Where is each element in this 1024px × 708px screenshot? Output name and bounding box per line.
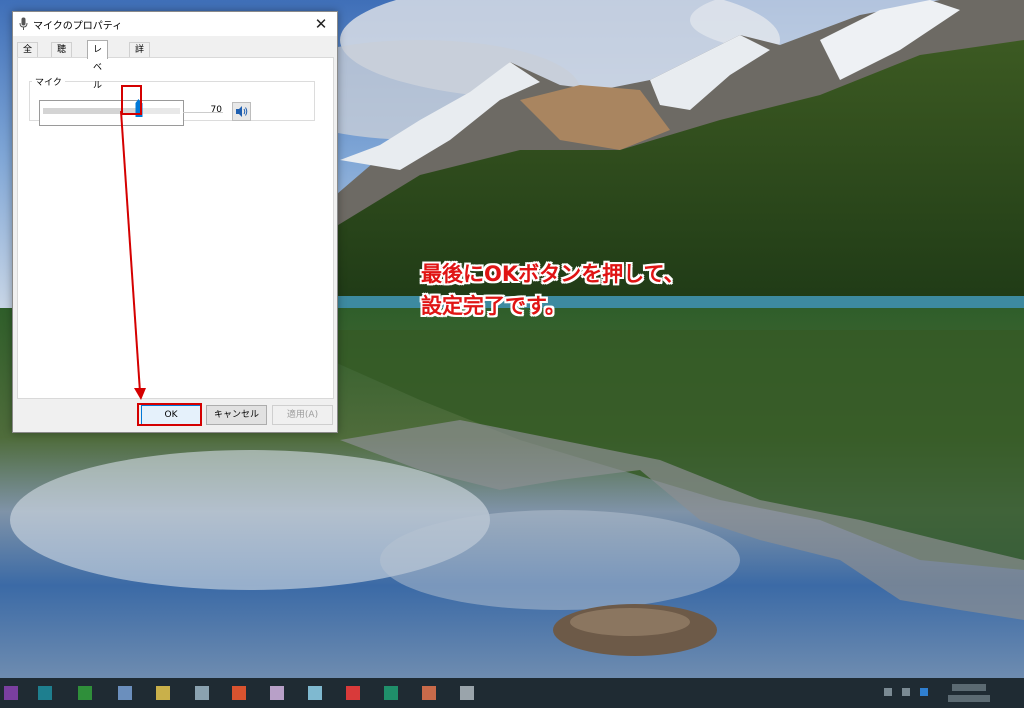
microphone-level-slider[interactable]	[39, 99, 184, 126]
app-icon[interactable]	[232, 686, 246, 700]
app-icon[interactable]	[384, 686, 398, 700]
start-icon[interactable]	[4, 686, 18, 700]
app-icon[interactable]	[38, 686, 52, 700]
ok-highlight-box	[137, 403, 202, 426]
taskbar	[0, 678, 1024, 708]
level-value: 70	[210, 105, 222, 115]
annotation-text: 最後にOKボタンを押して、 設定完了です。	[421, 258, 684, 322]
microphone-group-label: マイク	[32, 75, 65, 88]
annotation-line-2: 設定完了です。	[421, 294, 566, 318]
app-icon[interactable]	[195, 686, 209, 700]
tab-advanced[interactable]: 詳細	[129, 42, 151, 70]
mic-properties-dialog: マイクのプロパティ ✕ 全般 聴く レベル 詳細 マイク 70 OK キャンセル…	[12, 11, 338, 433]
apply-button[interactable]: 適用(A)	[272, 405, 333, 425]
slider-highlight-box	[121, 85, 142, 115]
app-icon[interactable]	[460, 686, 474, 700]
tray-icon[interactable]	[884, 688, 892, 696]
title-bar[interactable]: マイクのプロパティ ✕	[13, 12, 337, 36]
speaker-volume-icon	[236, 106, 248, 117]
tab-levels[interactable]: レベル	[87, 40, 109, 91]
slider-track	[43, 108, 180, 114]
tab-listen[interactable]: 聴く	[51, 42, 73, 70]
cancel-button[interactable]: キャンセル	[206, 405, 267, 425]
close-button[interactable]: ✕	[311, 14, 331, 34]
annotation-line-1: 最後にOKボタンを押して、	[421, 262, 685, 286]
app-icon[interactable]	[308, 686, 322, 700]
app-icon[interactable]	[78, 686, 92, 700]
app-icon[interactable]	[270, 686, 284, 700]
microphone-icon	[19, 17, 28, 30]
levels-panel: マイク 70	[17, 57, 334, 399]
tray-icon[interactable]	[920, 688, 928, 696]
app-icon[interactable]	[422, 686, 436, 700]
app-icon[interactable]	[118, 686, 132, 700]
tray-icon[interactable]	[902, 688, 910, 696]
mute-toggle-button[interactable]	[232, 102, 251, 121]
clock-date[interactable]	[948, 695, 990, 702]
dialog-title: マイクのプロパティ	[33, 21, 123, 32]
clock-time[interactable]	[952, 684, 986, 691]
app-icon[interactable]	[156, 686, 170, 700]
tab-general[interactable]: 全般	[17, 42, 39, 70]
app-icon[interactable]	[346, 686, 360, 700]
